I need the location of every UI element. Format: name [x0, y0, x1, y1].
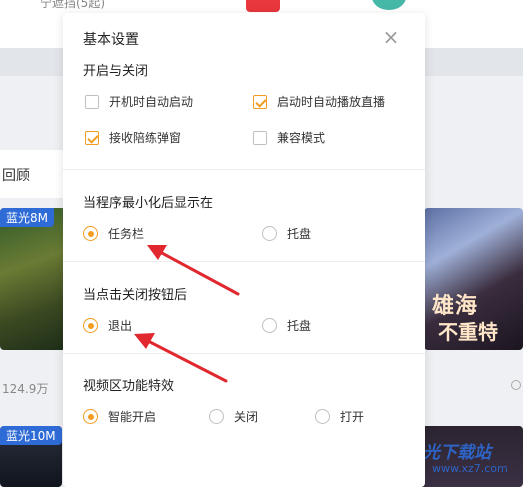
option-label: 启动时自动播放直播 — [277, 95, 386, 109]
option-label: 兼容模式 — [277, 131, 326, 145]
checkbox[interactable] — [253, 130, 267, 145]
section-title-startup: 开启与关闭 — [83, 64, 149, 79]
section-title-minimize: 当程序最小化后显示在 — [83, 196, 214, 211]
option-label: 托盘 — [287, 319, 312, 333]
checkbox-checked[interactable] — [85, 130, 99, 145]
background-replay-label: 回顾 — [2, 168, 30, 184]
divider — [63, 261, 425, 262]
stream-thumbnail[interactable]: 蓝光8M — [0, 208, 66, 350]
stream-thumbnail[interactable]: 雄海 不重特 — [424, 208, 523, 350]
close-icon[interactable]: × — [381, 27, 401, 47]
option-autoplay-live[interactable]: 启动时自动播放直播 — [253, 93, 385, 110]
option-label: 打开 — [340, 410, 365, 424]
option-label: 智能开启 — [108, 410, 157, 424]
radio-close-exit[interactable]: 退出 — [83, 317, 132, 334]
background-replay-card[interactable]: 回顾 — [0, 150, 70, 198]
option-label: 接收陪练弹窗 — [109, 131, 182, 145]
radio-unselected[interactable] — [262, 318, 277, 333]
view-icon — [511, 380, 521, 390]
radio-selected[interactable] — [83, 409, 98, 424]
option-label: 开机时自动启动 — [109, 95, 194, 109]
radio-unselected[interactable] — [315, 409, 330, 424]
option-label: 托盘 — [287, 227, 312, 241]
option-compatibility-mode[interactable]: 兼容模式 — [253, 129, 325, 146]
radio-selected[interactable] — [83, 226, 98, 241]
radio-effects-smart[interactable]: 智能开启 — [83, 408, 156, 425]
radio-effects-off[interactable]: 关闭 — [209, 408, 258, 425]
radio-minimize-tray[interactable]: 托盘 — [262, 225, 311, 242]
option-label: 退出 — [108, 319, 133, 333]
quality-badge: 蓝光8M — [0, 208, 54, 227]
background-top-text: 宁遮挡(5起) — [40, 0, 105, 10]
promo-text: 不重特 — [438, 320, 498, 344]
option-receive-companion-popup[interactable]: 接收陪练弹窗 — [85, 129, 181, 146]
radio-minimize-taskbar[interactable]: 任务栏 — [83, 225, 144, 242]
radio-close-tray[interactable]: 托盘 — [262, 317, 311, 334]
section-title-close-button: 当点击关闭按钮后 — [83, 288, 188, 303]
radio-unselected[interactable] — [262, 226, 277, 241]
watermark-url: www.xz7.com — [432, 462, 508, 475]
radio-unselected[interactable] — [209, 409, 224, 424]
view-count: 124.9万 — [2, 380, 48, 397]
option-label: 任务栏 — [108, 227, 145, 241]
radio-selected[interactable] — [83, 318, 98, 333]
quality-badge: 蓝光10M — [0, 426, 62, 445]
radio-effects-on[interactable]: 打开 — [315, 408, 364, 425]
dialog-title: 基本设置 — [83, 32, 139, 48]
background-app-icon-teal — [372, 0, 406, 10]
divider — [63, 353, 425, 354]
checkbox[interactable] — [85, 94, 99, 109]
option-autostart-on-boot[interactable]: 开机时自动启动 — [85, 93, 193, 110]
option-label: 关闭 — [234, 410, 259, 424]
background-app-icon-red — [246, 0, 280, 12]
view-count-value: 124.9万 — [2, 382, 49, 396]
stream-thumbnail[interactable]: 蓝光10M — [0, 426, 62, 487]
checkbox-checked[interactable] — [253, 94, 267, 109]
settings-dialog: 基本设置 × 开启与关闭 开机时自动启动 启动时自动播放直播 接收陪练弹窗 兼容… — [63, 13, 425, 487]
section-title-video-effects: 视频区功能特效 — [83, 379, 175, 394]
divider — [63, 169, 425, 170]
